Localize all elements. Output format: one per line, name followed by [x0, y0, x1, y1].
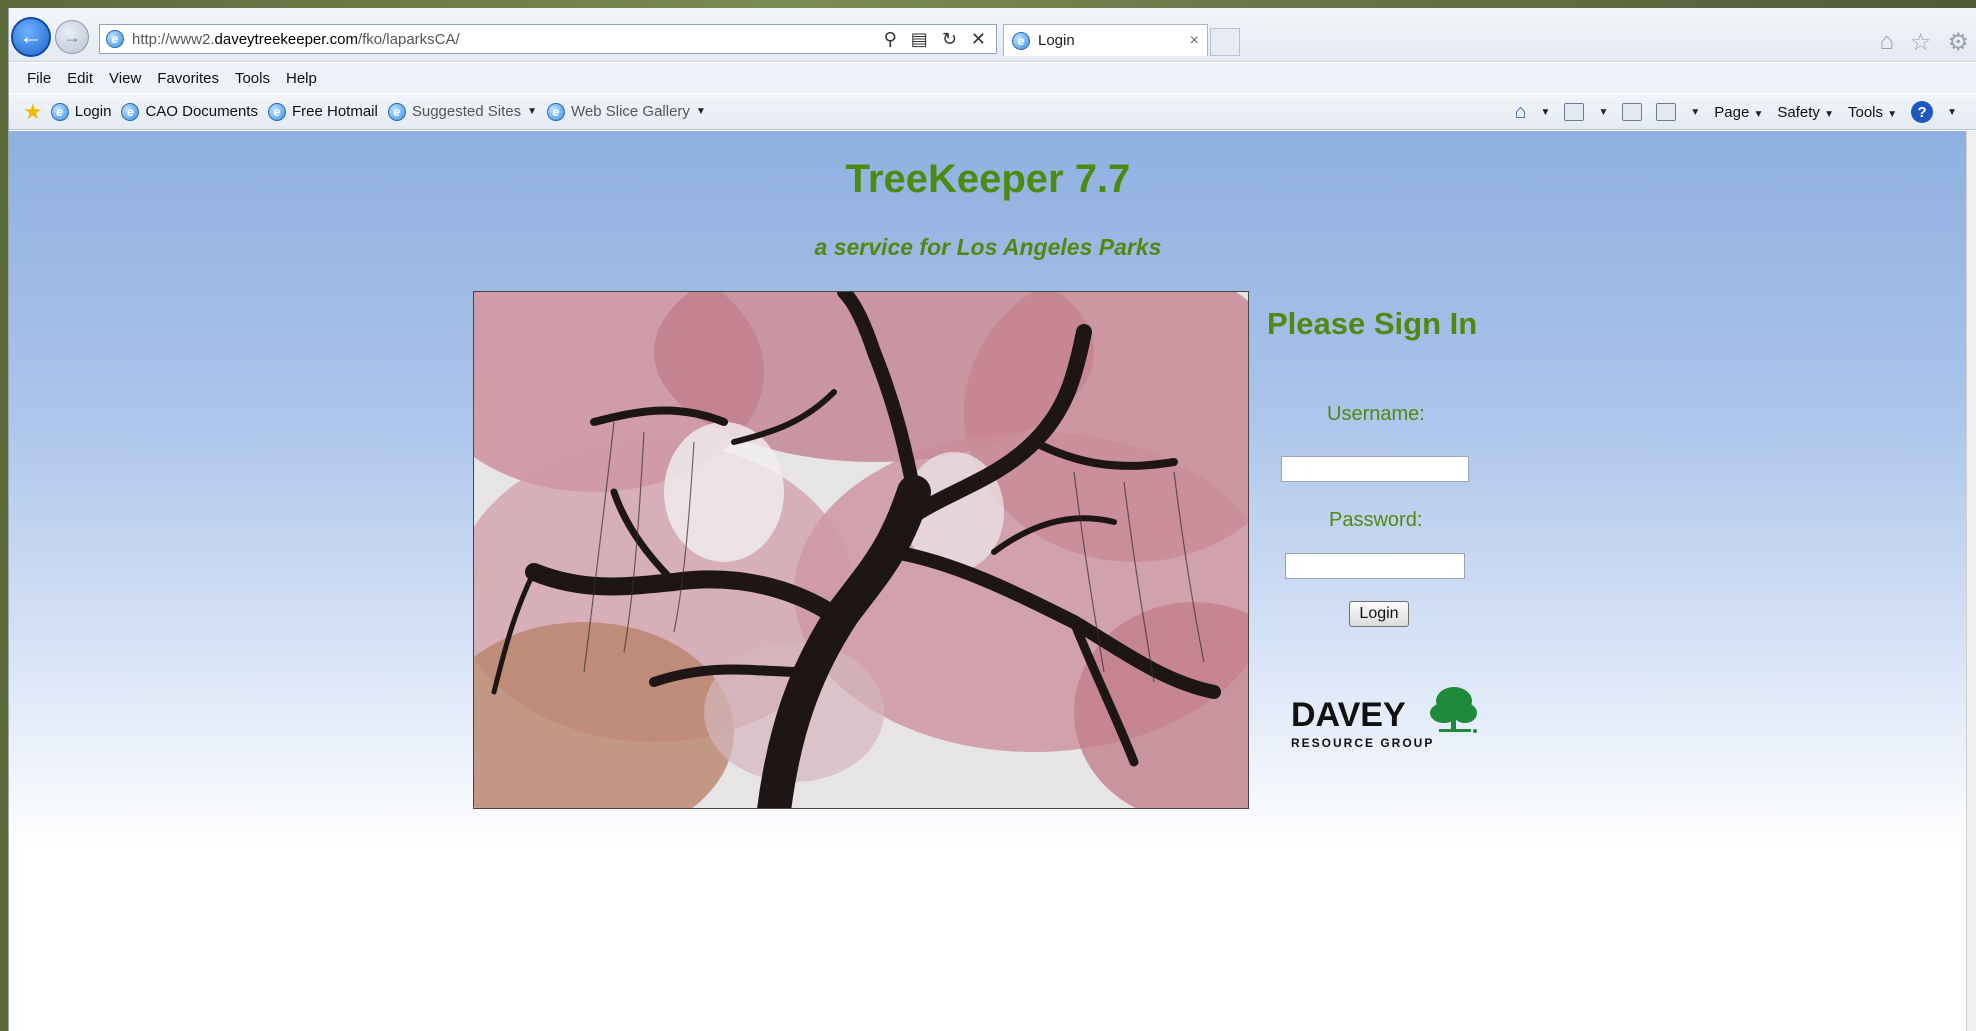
fav-label: Login	[74, 103, 112, 120]
chevron-down-icon: ▼	[1753, 108, 1764, 120]
tab-close-icon[interactable]: ×	[1190, 32, 1207, 50]
username-label: Username:	[1327, 403, 1425, 425]
menu-help[interactable]: Help	[286, 70, 317, 87]
back-button[interactable]: ←	[11, 17, 51, 57]
fav-login[interactable]: e Login	[50, 102, 112, 121]
chevron-down-icon[interactable]: ▼	[1541, 107, 1551, 118]
logo-main-text: DAVEY	[1291, 696, 1406, 734]
menu-tools[interactable]: Tools	[235, 70, 270, 87]
cherry-tree-photo	[473, 291, 1249, 809]
address-bar-row: ← → e http://www2.daveytreekeeper.com/fk…	[9, 8, 1976, 62]
fav-label: Web Slice Gallery	[571, 103, 690, 120]
password-label: Password:	[1329, 509, 1423, 531]
page-subtitle: a service for Los Angeles Parks	[814, 234, 1162, 260]
stop-icon[interactable]: ✕	[971, 29, 986, 50]
fav-ie-icon: e	[121, 102, 140, 121]
browser-right-icons: ⌂ ☆ ⚙	[1879, 28, 1969, 57]
command-bar: ⌂ ▼ ▼ ▼ Page ▼ Safety ▼ Tools ▼ ? ▼	[1514, 94, 1957, 130]
chevron-down-icon: ▼	[1824, 108, 1834, 120]
url-path: /fko/laparksCA/	[357, 30, 460, 48]
menu-edit[interactable]: Edit	[67, 70, 93, 87]
forward-button[interactable]: →	[55, 20, 89, 54]
sign-in-heading: Please Sign In	[1267, 306, 1478, 341]
tools-menu-label: Tools	[1847, 103, 1884, 121]
fav-ie-icon: e	[547, 102, 565, 121]
safety-menu-label: Safety	[1777, 103, 1820, 121]
chevron-down-icon[interactable]: ▼	[1947, 107, 1957, 118]
password-field[interactable]	[1285, 553, 1465, 579]
help-icon[interactable]: ?	[1911, 101, 1934, 123]
search-icon[interactable]: ⚲	[884, 29, 897, 50]
feeds-icon[interactable]	[1564, 103, 1585, 121]
url-text[interactable]: http://www2.daveytreekeeper.com/fko/lapa…	[132, 31, 884, 48]
menu-favorites[interactable]: Favorites	[157, 70, 219, 87]
page-title: TreeKeeper 7.7	[845, 157, 1131, 201]
fav-label: Free Hotmail	[291, 103, 378, 120]
username-field[interactable]	[1281, 456, 1469, 482]
address-bar[interactable]: e http://www2.daveytreekeeper.com/fko/la…	[99, 24, 997, 54]
davey-logo: DAVEY RESOURCE GROUP	[1289, 681, 1489, 761]
chevron-down-icon: ▼	[527, 106, 537, 117]
fav-ie-icon: e	[267, 102, 286, 121]
chevron-down-icon: ▼	[695, 106, 706, 117]
read-mail-icon[interactable]	[1622, 103, 1643, 121]
davey-tree-logo-icon: DAVEY RESOURCE GROUP	[1291, 687, 1477, 750]
address-tools: ⚲ ▤ ↻ ✕	[884, 29, 996, 50]
tab-login[interactable]: e Login ×	[1003, 24, 1208, 56]
refresh-icon[interactable]: ↻	[942, 29, 957, 50]
login-button[interactable]: Login	[1349, 601, 1409, 627]
browser-window: ← → e http://www2.daveytreekeeper.com/fk…	[8, 8, 1976, 1031]
fav-free-hotmail[interactable]: e Free Hotmail	[267, 102, 378, 121]
url-prefix: http://www2.	[132, 30, 215, 48]
fav-web-slice-gallery[interactable]: e Web Slice Gallery ▼	[547, 102, 706, 121]
home-icon[interactable]: ⌂	[1514, 101, 1526, 124]
new-tab-button[interactable]	[1210, 28, 1240, 56]
menu-view[interactable]: View	[109, 70, 141, 87]
back-arrow-icon: ←	[19, 23, 43, 50]
menu-file[interactable]: File	[27, 70, 51, 87]
url-domain: daveytreekeeper.com	[214, 30, 358, 48]
tree-illustration	[474, 292, 1248, 808]
safety-menu[interactable]: Safety ▼	[1777, 104, 1834, 121]
forward-arrow-icon: →	[63, 26, 81, 47]
logo-sub-text: RESOURCE GROUP	[1291, 736, 1434, 750]
favorites-star-icon[interactable]: ☆	[1910, 28, 1932, 57]
chevron-down-icon[interactable]: ▼	[1690, 107, 1700, 118]
tab-ie-icon: e	[1012, 31, 1030, 50]
fav-label: Suggested Sites	[411, 103, 522, 120]
tab-title: Login	[1038, 32, 1075, 49]
ie-page-icon: e	[106, 30, 124, 48]
fav-suggested-sites[interactable]: e Suggested Sites ▼	[387, 102, 537, 121]
favorites-bar: ★ e Login e CAO Documents e Free Hotmail…	[9, 94, 1976, 130]
chevron-down-icon[interactable]: ▼	[1598, 107, 1608, 118]
home-icon[interactable]: ⌂	[1879, 28, 1894, 57]
page-menu-label: Page	[1714, 103, 1750, 121]
tools-menu[interactable]: Tools ▼	[1848, 104, 1897, 121]
fav-label: CAO Documents	[145, 103, 258, 120]
fav-cao-documents[interactable]: e CAO Documents	[121, 102, 258, 121]
vertical-scrollbar[interactable]	[1966, 131, 1976, 1031]
print-icon[interactable]	[1656, 103, 1677, 121]
favorites-star-icon[interactable]: ★	[23, 99, 43, 125]
page-content: TreeKeeper 7.7 a service for Los Angeles…	[9, 131, 1967, 1031]
page-menu[interactable]: Page ▼	[1714, 104, 1763, 121]
chevron-down-icon: ▼	[1887, 108, 1898, 120]
gear-icon[interactable]: ⚙	[1947, 28, 1969, 57]
compatibility-view-icon[interactable]: ▤	[911, 29, 928, 50]
menu-bar: File Edit View Favorites Tools Help	[9, 63, 1976, 93]
fav-ie-icon: e	[387, 102, 406, 121]
fav-ie-icon: e	[50, 102, 69, 121]
